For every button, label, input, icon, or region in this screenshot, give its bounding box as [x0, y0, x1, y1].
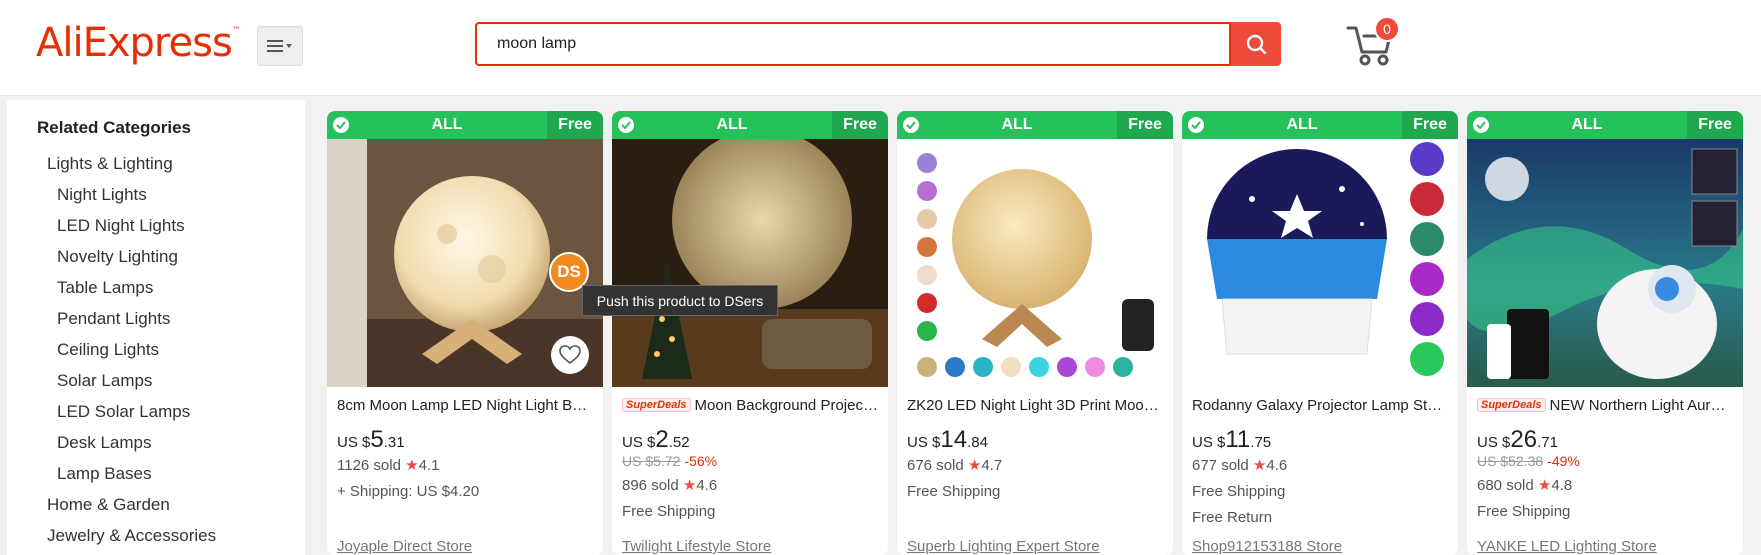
- sidebar-item-pendant-lights[interactable]: Pendant Lights: [37, 303, 305, 334]
- sidebar-item-night-lights[interactable]: Night Lights: [37, 179, 305, 210]
- sidebar-item-lamp-bases[interactable]: Lamp Bases: [37, 458, 305, 489]
- product-image[interactable]: [1467, 139, 1743, 387]
- sold-rating: 677 sold ★4.6: [1192, 457, 1288, 474]
- choice-banner: ALL Free: [1467, 111, 1743, 139]
- wishlist-button[interactable]: [551, 336, 589, 374]
- banner-all-label: ALL: [431, 116, 463, 133]
- original-price: US $52.38 -49%: [1477, 453, 1580, 469]
- sidebar-item-home-garden[interactable]: Home & Garden: [37, 489, 305, 520]
- category-menu-button[interactable]: [257, 26, 303, 66]
- choice-banner: ALL Free: [1182, 111, 1458, 139]
- related-categories-sidebar: Related Categories Lights & Lighting Nig…: [7, 100, 305, 555]
- product-image[interactable]: [897, 139, 1173, 387]
- banner-free-label: Free: [1687, 111, 1743, 139]
- store-link[interactable]: Twilight Lifestyle Store: [622, 538, 771, 555]
- shipping-info: Free Shipping: [1192, 483, 1286, 500]
- search-icon: [1246, 34, 1267, 55]
- sidebar-item-novelty-lighting[interactable]: Novelty Lighting: [37, 241, 305, 272]
- banner-free-label: Free: [832, 111, 888, 139]
- banner-free-label: Free: [1402, 111, 1458, 139]
- star-icon: ★: [1537, 477, 1552, 494]
- store-link[interactable]: YANKE LED Lighting Store: [1477, 538, 1657, 555]
- star-icon: ★: [405, 457, 419, 474]
- product-card[interactable]: ALL Free SuperDeals NEW Northern Light Au…: [1467, 111, 1743, 555]
- star-icon: ★: [967, 457, 982, 474]
- product-card[interactable]: ALL Free Rodanny Galaxy Projector Lamp S…: [1182, 111, 1458, 555]
- sold-rating: 680 sold ★4.8: [1477, 477, 1573, 494]
- banner-all-label: ALL: [716, 116, 748, 133]
- shipping-info: Free Shipping: [907, 483, 1001, 500]
- search-input[interactable]: moon lamp: [475, 22, 1231, 66]
- sidebar-item-ceiling-lights[interactable]: Ceiling Lights: [37, 334, 305, 365]
- product-card[interactable]: ALL Free ZK20 LED Night Light 3D Print M…: [897, 111, 1173, 555]
- shipping-info: Free Shipping: [622, 503, 716, 520]
- choice-banner: ALL Free: [612, 111, 888, 139]
- return-info: Free Return: [1192, 509, 1273, 526]
- sidebar-item-lights-lighting[interactable]: Lights & Lighting: [37, 148, 305, 179]
- banner-all-label: ALL: [1286, 116, 1318, 133]
- sidebar-item-led-solar-lamps[interactable]: LED Solar Lamps: [37, 396, 305, 427]
- star-icon: ★: [1252, 457, 1267, 474]
- sold-rating: 676 sold ★4.7: [907, 457, 1003, 474]
- aliexpress-logo[interactable]: AliExpress™: [36, 20, 241, 66]
- sidebar-item-led-night-lights[interactable]: LED Night Lights: [37, 210, 305, 241]
- sidebar-item-desk-lamps[interactable]: Desk Lamps: [37, 427, 305, 458]
- product-title[interactable]: Rodanny Galaxy Projector Lamp Starry Sky: [1182, 387, 1458, 417]
- shipping-info: Free Shipping: [1477, 503, 1571, 520]
- sidebar-item-table-lamps[interactable]: Table Lamps: [37, 272, 305, 303]
- logo-trademark: ™: [231, 26, 241, 36]
- banner-all-label: ALL: [1571, 116, 1603, 133]
- banner-free-label: Free: [547, 111, 603, 139]
- product-price: US $11.75: [1192, 426, 1272, 453]
- cart-count-badge: 0: [1374, 16, 1400, 42]
- product-card[interactable]: ALL Free 8cm Moon Lamp LED Night Light B…: [327, 111, 603, 555]
- hamburger-icon: [267, 40, 292, 52]
- original-price: US $5.72 -56%: [622, 453, 718, 469]
- search-button[interactable]: [1231, 22, 1281, 66]
- sidebar-heading: Related Categories: [37, 118, 191, 137]
- product-card[interactable]: ALL Free SuperDeals Moon Background Proje…: [612, 111, 888, 555]
- top-bar: AliExpress™ moon lamp 0: [0, 0, 1761, 96]
- product-price: US $5.31: [337, 426, 405, 453]
- dsers-tooltip: Push this product to DSers: [582, 285, 778, 316]
- product-title[interactable]: 8cm Moon Lamp LED Night Light Battery Po…: [327, 387, 603, 417]
- product-price: US $2.52: [622, 426, 690, 453]
- shipping-info: + Shipping: US $4.20: [337, 483, 480, 500]
- search-value: moon lamp: [497, 35, 577, 52]
- store-link[interactable]: Joyaple Direct Store: [337, 538, 472, 555]
- product-title[interactable]: SuperDealsNEW Northern Light Aurora Proj…: [1467, 387, 1743, 417]
- product-title[interactable]: SuperDealsMoon Background Projector Lamp: [612, 387, 888, 417]
- product-price: US $26.71: [1477, 426, 1558, 453]
- product-image[interactable]: [1182, 139, 1458, 387]
- product-price: US $14.84: [907, 426, 988, 453]
- sidebar-item-jewelry-accessories[interactable]: Jewelry & Accessories: [37, 520, 305, 551]
- store-link[interactable]: Superb Lighting Expert Store: [907, 538, 1100, 555]
- sidebar-item-solar-lamps[interactable]: Solar Lamps: [37, 365, 305, 396]
- product-image[interactable]: [612, 139, 888, 387]
- store-link[interactable]: Shop912153188 Store: [1192, 538, 1342, 555]
- superdeals-badge: SuperDeals: [1477, 398, 1546, 412]
- choice-banner: ALL Free: [897, 111, 1173, 139]
- choice-banner: ALL Free: [327, 111, 603, 139]
- superdeals-badge: SuperDeals: [622, 398, 691, 412]
- banner-all-label: ALL: [1001, 116, 1033, 133]
- logo-text: AliExpress: [36, 20, 233, 66]
- sold-rating: 896 sold ★4.6: [622, 477, 718, 494]
- sold-rating: 1126 sold ★4.1: [337, 457, 440, 474]
- banner-free-label: Free: [1117, 111, 1173, 139]
- product-title[interactable]: ZK20 LED Night Light 3D Print Moon Lamp: [897, 387, 1173, 417]
- star-icon: ★: [682, 477, 697, 494]
- heart-icon: [559, 345, 581, 365]
